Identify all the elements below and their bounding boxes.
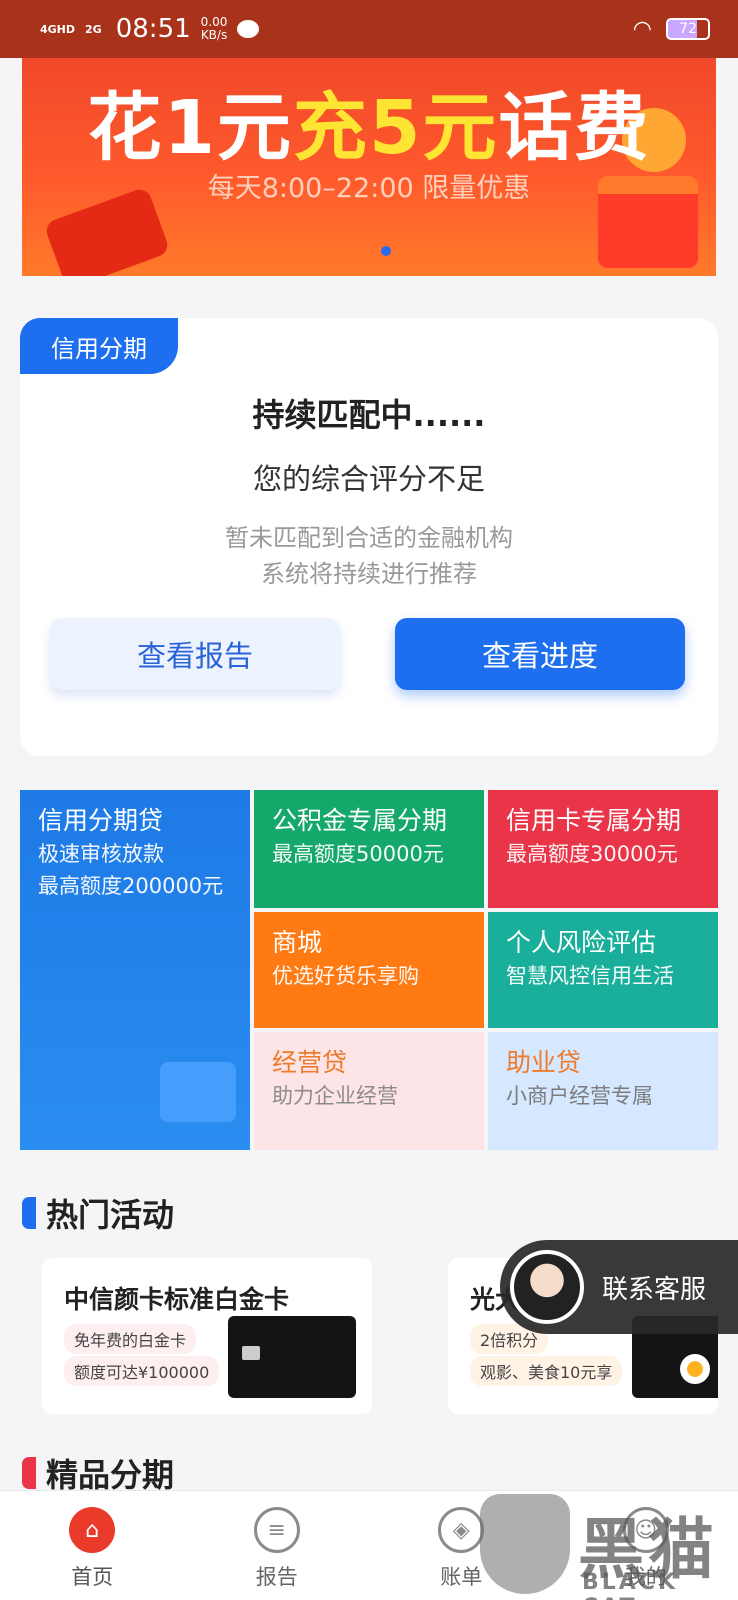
tab-label: 账单 [440, 1565, 483, 1589]
tile-title: 信用卡专属分期 [506, 806, 682, 835]
tile-subtitle: 助力企业经营 [272, 1084, 398, 1108]
tab-label: 我的 [624, 1565, 667, 1589]
promo-pill: 免年费的白金卡 [64, 1324, 197, 1354]
bill-icon: ◈ [438, 1507, 485, 1553]
profile-icon: ☺ [622, 1507, 669, 1553]
promo-banner[interactable]: 花1元充5元话费 每天8:00–22:00 限量优惠 [22, 58, 716, 276]
hint-line-1: 暂未匹配到合适的金融机构 [225, 524, 513, 552]
section-title-text: 热门活动 [46, 1196, 175, 1234]
tile-credit-card[interactable]: 信用卡专属分期 最高额度30000元 [488, 790, 718, 908]
home-icon: ⌂ [69, 1507, 116, 1553]
tile-title: 商城 [272, 928, 323, 957]
hint-line-2: 系统将持续进行推荐 [261, 560, 477, 588]
bottom-tab-bar: ⌂ 首页 ≡ 报告 ◈ 账单 ☺ 我的 [0, 1490, 738, 1600]
card-chip-icon [242, 1346, 260, 1360]
promo-title: 中信颜卡标准白金卡 [64, 1285, 290, 1314]
banner-title-part1: 花1元 [87, 85, 293, 171]
tab-label: 首页 [71, 1565, 114, 1589]
wifi-icon: ◠ [632, 16, 652, 42]
report-icon: ≡ [253, 1507, 300, 1553]
tab-label: 报告 [255, 1565, 298, 1589]
tile-title: 助业贷 [506, 1048, 582, 1077]
tile-housing-fund[interactable]: 公积金专属分期 最高额度50000元 [254, 790, 484, 908]
credit-tag: 信用分期 [20, 318, 178, 374]
customer-service-button[interactable]: 联系客服 [500, 1240, 738, 1334]
credit-status-card: 信用分期 持续匹配中...... 您的综合评分不足 暂未匹配到合适的金融机构 系… [20, 318, 718, 756]
tile-business-loan[interactable]: 经营贷 助力企业经营 [254, 1032, 484, 1150]
egg-icon [680, 1354, 710, 1384]
tile-title: 个人风险评估 [506, 928, 657, 957]
battery-level: 72 [679, 21, 697, 37]
tile-subtitle-2: 最高额度200000元 [38, 874, 224, 898]
promo-pill: 额度可达¥100000 [64, 1356, 220, 1386]
status-bar: 4GHD 2G 08:51 0.00 KB/s ◠ 72 [0, 0, 738, 58]
view-progress-button[interactable]: 查看进度 [395, 618, 685, 690]
tile-subtitle: 最高额度50000元 [272, 842, 444, 866]
banner-subtitle: 每天8:00–22:00 限量优惠 [207, 173, 531, 204]
tile-subtitle: 小商户经营专属 [506, 1084, 653, 1108]
banner-title-part2: 充5元 [293, 85, 499, 171]
tile-credit-loan[interactable]: 信用分期贷 极速审核放款 最高额度200000元 [20, 790, 250, 1150]
tab-report[interactable]: ≡ 报告 [185, 1491, 370, 1600]
tile-subtitle: 优选好货乐享购 [272, 964, 419, 988]
tile-title: 信用分期贷 [38, 806, 164, 835]
bank-card-image [228, 1316, 356, 1398]
carousel-indicator[interactable] [381, 246, 391, 256]
signal-icon: 4GHD [40, 24, 75, 35]
status-time: 08:51 [115, 14, 191, 44]
hot-activities-heading: 热门活动 [22, 1190, 174, 1236]
signal2-label: 2G [85, 22, 102, 36]
tab-home[interactable]: ⌂ 首页 [0, 1491, 185, 1600]
section-marker [22, 1197, 36, 1229]
banner-title: 花1元充5元话费 [22, 68, 716, 175]
tile-subtitle: 最高额度30000元 [506, 842, 678, 866]
tile-merchant-loan[interactable]: 助业贷 小商户经营专属 [488, 1032, 718, 1150]
agent-avatar [510, 1250, 584, 1324]
promo-pill: 观影、美食10元享 [470, 1356, 623, 1386]
tile-risk-assessment[interactable]: 个人风险评估 智慧风控信用生活 [488, 912, 718, 1028]
promo-card-citic[interactable]: 中信颜卡标准白金卡 免年费的白金卡 额度可达¥100000 [42, 1258, 372, 1414]
signal2-icon: 2G [85, 24, 102, 35]
tab-bill[interactable]: ◈ 账单 [369, 1491, 554, 1600]
battery-icon: 72 [666, 18, 710, 40]
view-report-button[interactable]: 查看报告 [50, 618, 340, 690]
network-speed: 0.00 KB/s [201, 16, 228, 42]
score-message: 您的综合评分不足 [252, 462, 485, 496]
tile-subtitle: 智慧风控信用生活 [506, 964, 674, 988]
matching-status-title: 持续匹配中...... [252, 396, 486, 434]
speed-unit: KB/s [200, 28, 228, 42]
signal1-label: 4GHD [40, 22, 76, 36]
tab-profile[interactable]: ☺ 我的 [554, 1491, 738, 1600]
tile-subtitle: 极速审核放款 [38, 842, 164, 866]
banner-title-part3: 话费 [498, 85, 651, 171]
tile-title: 公积金专属分期 [272, 806, 448, 835]
section-marker [22, 1457, 36, 1489]
document-icon [160, 1062, 236, 1122]
customer-service-label: 联系客服 [602, 1274, 707, 1305]
tile-mall[interactable]: 商城 优选好货乐享购 [254, 912, 484, 1028]
tile-title: 经营贷 [272, 1048, 348, 1077]
chat-notification-icon [237, 20, 260, 38]
